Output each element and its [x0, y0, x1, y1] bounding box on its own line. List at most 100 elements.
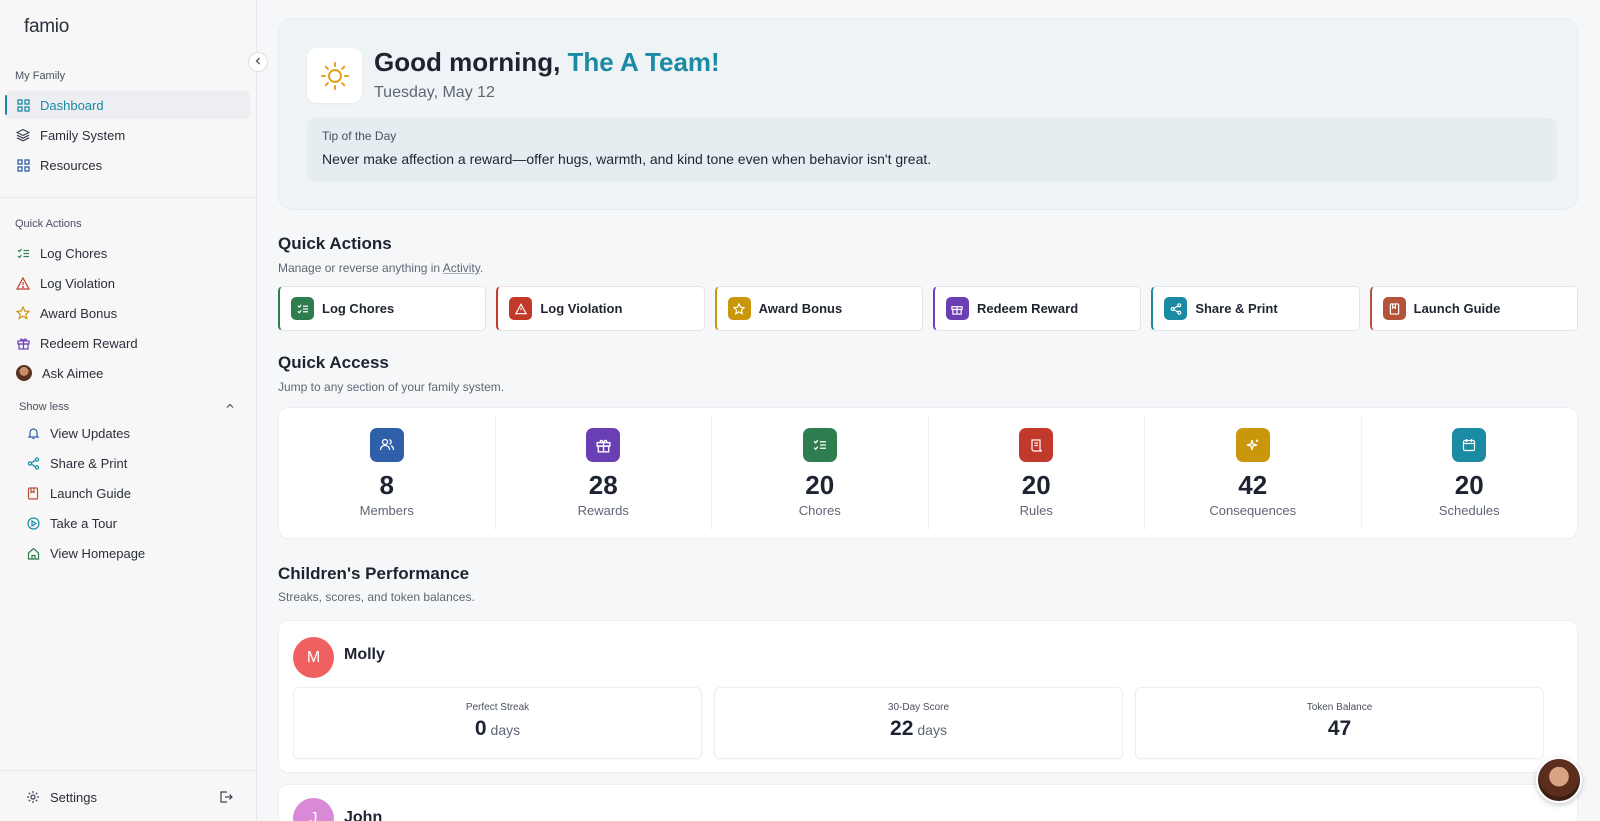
sidebar-item-launch-guide[interactable]: Launch Guide: [15, 479, 240, 507]
chevron-up-icon: [225, 401, 235, 414]
quick-actions-title: Quick Actions: [278, 234, 392, 253]
quick-actions-row: Log Chores Log Violation Award Bonus Red…: [278, 286, 1578, 331]
sidebar-item-award-bonus[interactable]: Award Bonus: [5, 299, 250, 327]
sidebar-item-label: Log Violation: [40, 275, 115, 291]
stat-value: 0 days: [475, 717, 520, 741]
access-rewards[interactable]: 28 Rewards: [496, 416, 712, 530]
chores-count: 20: [805, 470, 835, 500]
child-card-john[interactable]: J John: [278, 784, 1578, 821]
app-logo[interactable]: famio: [24, 16, 69, 38]
layers-icon: [16, 128, 30, 142]
checklist-icon: [291, 297, 314, 320]
access-schedules[interactable]: 20 Schedules: [1362, 416, 1578, 530]
sidebar-item-take-a-tour[interactable]: Take a Tour: [15, 509, 240, 537]
sidebar-item-label: Dashboard: [40, 97, 104, 113]
sidebar-item-label: Share & Print: [50, 455, 128, 471]
assistant-chat-button[interactable]: [1536, 757, 1582, 803]
my-family-label: My Family: [15, 70, 66, 82]
tip-text: Never make affection a reward—offer hugs…: [322, 151, 932, 167]
sidebar: famio My Family Dashboard Family System …: [0, 0, 257, 821]
access-consequences[interactable]: 42 Consequences: [1145, 416, 1362, 530]
sidebar-item-label: View Updates: [50, 425, 130, 441]
child-name: John: [344, 809, 383, 821]
sidebar-item-log-chores[interactable]: Log Chores: [5, 239, 250, 267]
quick-actions-label: Quick Actions: [15, 218, 82, 230]
quick-access-subtitle: Jump to any section of your family syste…: [278, 380, 505, 394]
team-name: The A Team!: [567, 47, 720, 77]
sidebar-item-dashboard[interactable]: Dashboard: [5, 91, 250, 119]
show-less-label: Show less: [19, 401, 70, 413]
sidebar-item-settings[interactable]: Settings: [15, 783, 240, 811]
sidebar-item-view-updates[interactable]: View Updates: [15, 419, 240, 447]
avatar: M: [293, 637, 334, 678]
sidebar-item-label: Ask Aimee: [42, 365, 104, 381]
score-unit: days: [917, 722, 947, 738]
quick-access-title: Quick Access: [278, 353, 389, 372]
subtitle-suffix: .: [479, 261, 484, 275]
collapse-sidebar-button[interactable]: [248, 52, 268, 72]
child-stats: Perfect Streak 0 days 30-Day Score 22 days…: [293, 687, 1544, 759]
members-count: 8: [379, 470, 394, 500]
chores-label: Chores: [798, 503, 841, 518]
access-chores[interactable]: 20 Chores: [712, 416, 929, 530]
performance-subtitle: Streaks, scores, and token balances.: [278, 590, 475, 604]
child-card-molly[interactable]: M Molly Perfect Streak 0 days 30-Day Scor…: [278, 620, 1578, 773]
button-label: Award Bonus: [758, 301, 843, 316]
log-violation-button[interactable]: Log Violation: [496, 286, 705, 331]
sidebar-item-log-violation[interactable]: Log Violation: [5, 269, 250, 297]
access-members[interactable]: 8 Members: [279, 416, 496, 530]
sidebar-divider: [0, 197, 256, 198]
sidebar-item-resources[interactable]: Resources: [5, 151, 250, 179]
sparkles-icon: [1235, 428, 1270, 462]
bell-icon: [26, 426, 40, 440]
sidebar-item-family-system[interactable]: Family System: [5, 121, 250, 149]
button-label: Share & Print: [1195, 301, 1278, 316]
grid-icon: [16, 98, 30, 112]
log-chores-button[interactable]: Log Chores: [278, 286, 487, 331]
access-rules[interactable]: 20 Rules: [929, 416, 1145, 530]
sidebar-item-label: Log Chores: [40, 245, 108, 261]
stat-label: Token Balance: [1306, 702, 1373, 713]
sidebar-item-view-homepage[interactable]: View Homepage: [15, 539, 240, 567]
sun-icon: [307, 48, 362, 103]
performance-title: Children's Performance: [278, 564, 470, 583]
stat-value: 22 days: [890, 717, 947, 741]
button-label: Log Chores: [322, 301, 395, 316]
redeem-reward-button[interactable]: Redeem Reward: [932, 286, 1142, 331]
logout-icon[interactable]: [219, 790, 233, 809]
tip-label: Tip of the Day: [322, 129, 397, 143]
award-bonus-button[interactable]: Award Bonus: [714, 286, 923, 331]
launch-guide-button[interactable]: Launch Guide: [1369, 286, 1578, 331]
sidebar-divider: [0, 770, 256, 771]
tokens-value: 47: [1327, 717, 1352, 740]
sidebar-item-share-print[interactable]: Share & Print: [15, 449, 240, 477]
play-icon: [26, 516, 40, 530]
main-content: Good morning, The A Team! Tuesday, May 1…: [257, 0, 1600, 821]
share-print-button[interactable]: Share & Print: [1151, 286, 1360, 331]
consequences-count: 42: [1238, 470, 1268, 500]
sidebar-item-ask-aimee[interactable]: Ask Aimee: [5, 359, 250, 387]
gift-icon: [586, 428, 621, 462]
token-balance-stat: Token Balance 47: [1135, 687, 1544, 759]
perfect-streak-stat: Perfect Streak 0 days: [293, 687, 702, 759]
checklist-icon: [802, 428, 837, 462]
activity-link[interactable]: Activity: [443, 261, 480, 275]
stat-label: 30-Day Score: [887, 702, 950, 713]
sidebar-item-redeem-reward[interactable]: Redeem Reward: [5, 329, 250, 357]
rules-count: 20: [1021, 470, 1051, 500]
thirty-day-score-stat: 30-Day Score 22 days: [714, 687, 1123, 759]
warning-icon: [509, 297, 533, 320]
greeting-hero: Good morning, The A Team! Tuesday, May 1…: [278, 18, 1578, 210]
book-icon: [26, 486, 40, 500]
home-icon: [26, 546, 40, 560]
sidebar-item-label: Resources: [40, 157, 103, 173]
users-icon: [369, 428, 404, 462]
rewards-label: Rewards: [577, 503, 629, 518]
stat-label: Perfect Streak: [465, 702, 530, 713]
show-less-toggle[interactable]: Show less: [19, 401, 235, 414]
subtitle-text: Manage or reverse anything in: [278, 261, 443, 275]
child-name: Molly: [344, 646, 385, 663]
scroll-icon: [1019, 428, 1054, 462]
quick-access-panel: 8 Members 28 Rewards 20 Chores 20 Rules: [278, 407, 1578, 539]
button-label: Launch Guide: [1413, 301, 1501, 316]
